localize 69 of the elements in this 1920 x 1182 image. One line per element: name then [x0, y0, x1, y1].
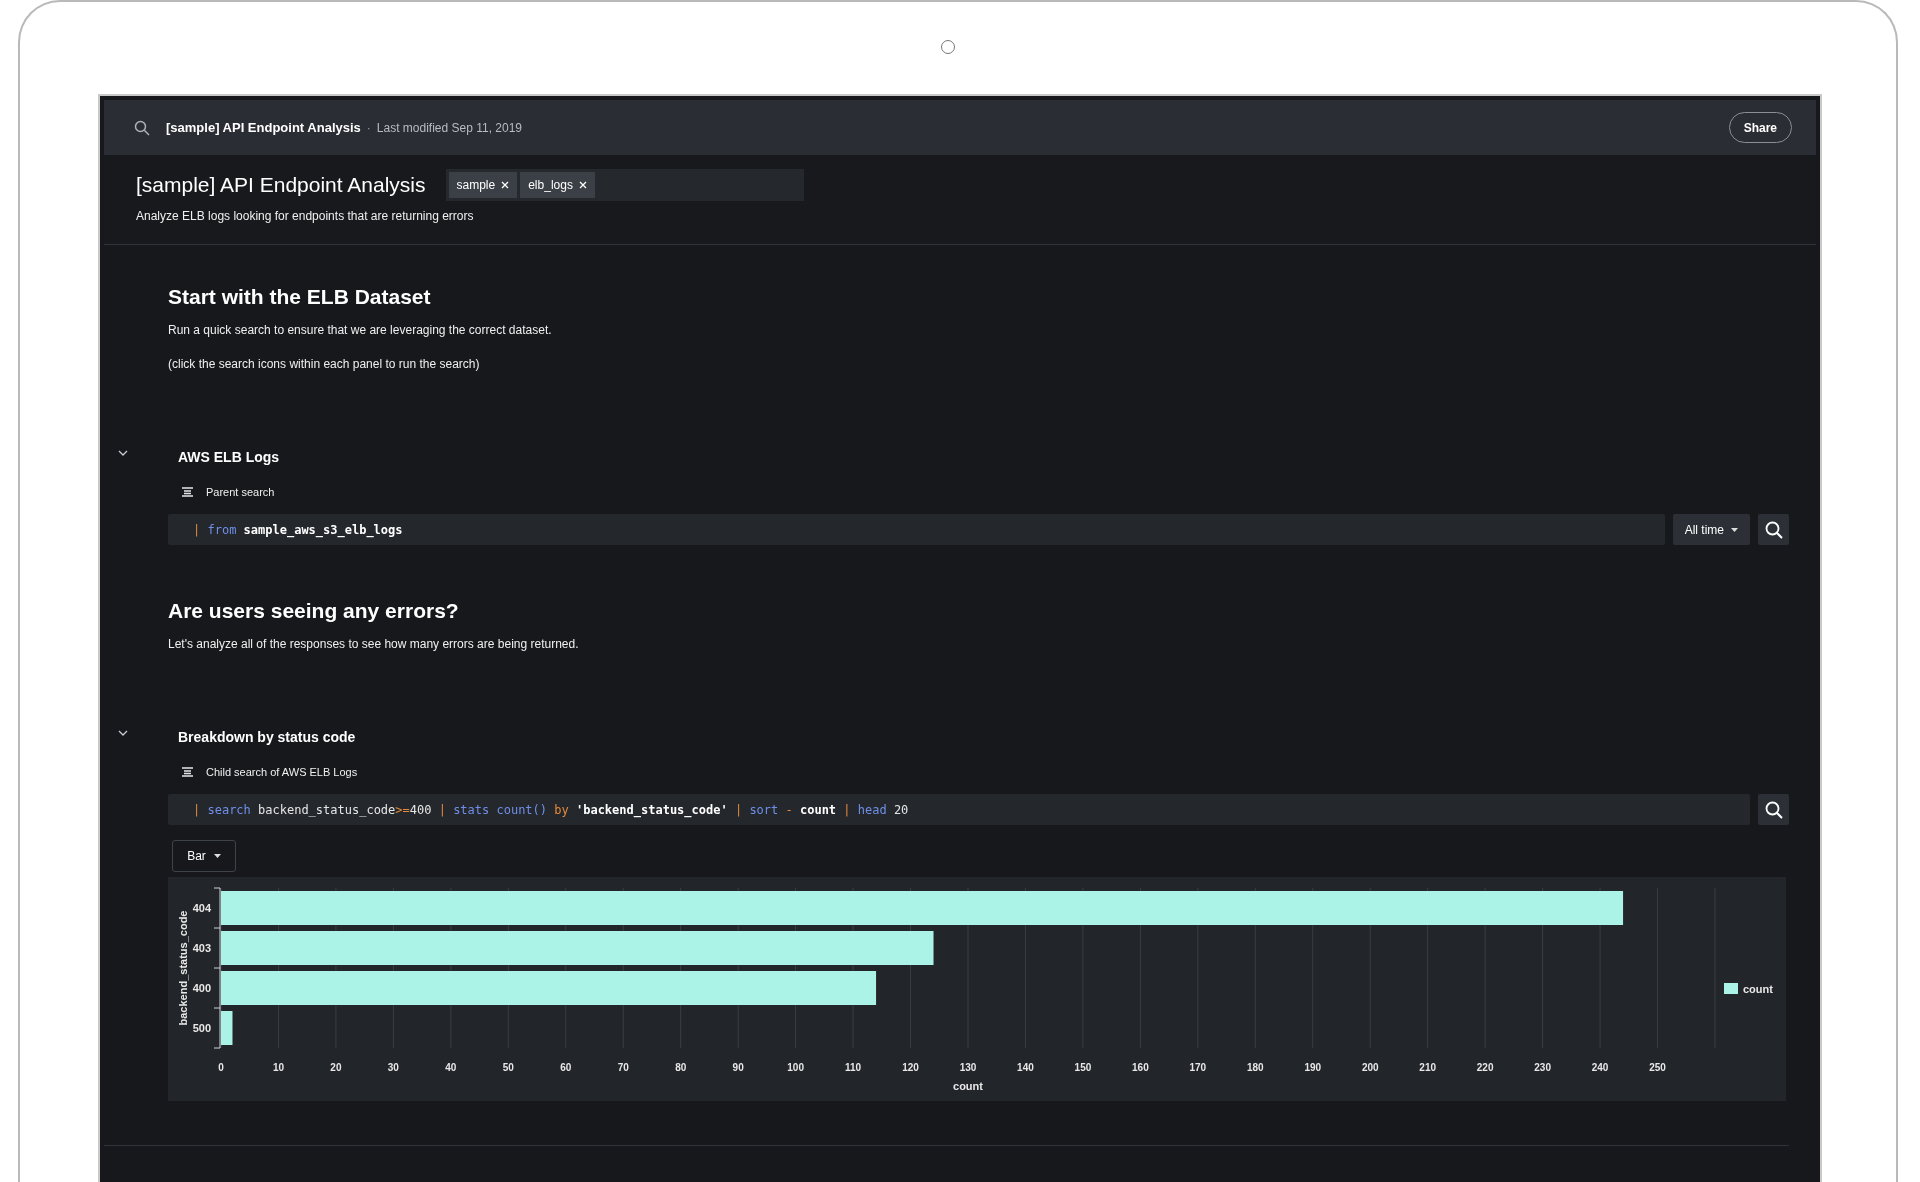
query-code: | from sample_aws_s3_elb_logs [193, 522, 403, 537]
tick-label: 90 [732, 1062, 744, 1073]
query-code: | search backend_status_code>=400 | stats count() by 'backend_status_code' | sort - count | head 20 [193, 802, 909, 817]
close-icon[interactable] [501, 181, 510, 189]
caret-icon [1731, 527, 1738, 532]
chevron-icon[interactable] [118, 448, 128, 458]
tick-label: 30 [387, 1062, 399, 1073]
paragraph: Let's analyze all of the responses to see how many errors are being returned. [168, 637, 580, 651]
section-heading: Are users seeing any errors? [168, 599, 460, 623]
paragraph: (click the search icons within each panel to run the search) [168, 357, 481, 371]
tag-label: elb_logs [528, 178, 573, 192]
tick-label: 60 [560, 1062, 572, 1073]
tick-label: 160 [1132, 1062, 1149, 1073]
tick-label: 200 [1361, 1062, 1379, 1073]
last-modified: Last modified Sep 11, 2019 [376, 120, 522, 135]
search-icon[interactable] [134, 119, 150, 136]
category-label: 400 [192, 982, 211, 994]
panel-title: Breakdown by status code [178, 729, 356, 745]
tick-label: 120 [902, 1062, 919, 1073]
tick-label: 80 [675, 1062, 687, 1073]
query-editor[interactable]: | search backend_status_code>=400 | stats count() by 'backend_status_code' | sort - count | head 20 [168, 794, 1750, 825]
lines-icon [182, 487, 193, 497]
tick-label: 40 [445, 1062, 457, 1073]
search-source: Child search of AWS ELB Logs [206, 766, 358, 778]
tick-label: 0 [218, 1062, 224, 1073]
search-button[interactable] [1758, 514, 1789, 545]
tags-field[interactable]: sample elb_logs [445, 169, 804, 201]
page-description: Analyze ELB logs looking for endpoints that are returning errors [136, 209, 475, 223]
lines-icon [182, 767, 193, 777]
tick-label: 110 [845, 1062, 862, 1073]
tick-label: 180 [1246, 1062, 1264, 1073]
tick-label: 210 [1419, 1062, 1437, 1073]
separator-dot: · [366, 120, 371, 135]
section-heading: Start with the ELB Dataset [168, 285, 432, 309]
tick-label: 20 [330, 1062, 342, 1073]
page-title: [sample] API Endpoint Analysis [136, 173, 426, 197]
tick-label: 100 [787, 1062, 804, 1073]
tick-label: 50 [502, 1062, 514, 1073]
tick-label: 240 [1591, 1062, 1609, 1073]
legend-label: count [1743, 983, 1773, 995]
chevron-icon[interactable] [118, 728, 128, 738]
category-label: 500 [192, 1022, 211, 1034]
category-label: 403 [192, 942, 211, 954]
paragraph: Run a quick search to ensure that we are leveraging the correct dataset. [168, 323, 553, 337]
time-range-dropdown[interactable]: All time [1672, 514, 1750, 545]
category-label: 404 [192, 902, 211, 914]
tick-label: 140 [1017, 1062, 1034, 1073]
tick-label: 130 [959, 1062, 977, 1073]
search-icon [1764, 520, 1783, 539]
tick-label: 170 [1189, 1062, 1207, 1073]
search-button[interactable] [1758, 794, 1789, 825]
tick-label: 70 [617, 1062, 629, 1073]
chart-type-dropdown[interactable]: Bar [172, 840, 236, 872]
x-axis-label: count [953, 1080, 983, 1092]
tick-label: 150 [1074, 1062, 1092, 1073]
close-icon[interactable] [578, 181, 587, 189]
tag-label: sample [456, 178, 496, 192]
panel-title: AWS ELB Logs [178, 449, 280, 465]
y-axis-label: backend_status_code [177, 910, 189, 1026]
tick-label: 220 [1476, 1062, 1494, 1073]
tick-label: 10 [272, 1062, 284, 1073]
tick-label: 250 [1649, 1062, 1666, 1073]
search-source: Parent search [206, 486, 275, 498]
tick-label: 230 [1534, 1062, 1551, 1073]
search-icon [1764, 800, 1783, 819]
notebook-title: [sample] API Endpoint Analysis [166, 120, 361, 135]
query-editor[interactable]: | from sample_aws_s3_elb_logs [168, 514, 1665, 545]
caret-icon [213, 854, 221, 858]
tick-label: 190 [1304, 1062, 1322, 1073]
